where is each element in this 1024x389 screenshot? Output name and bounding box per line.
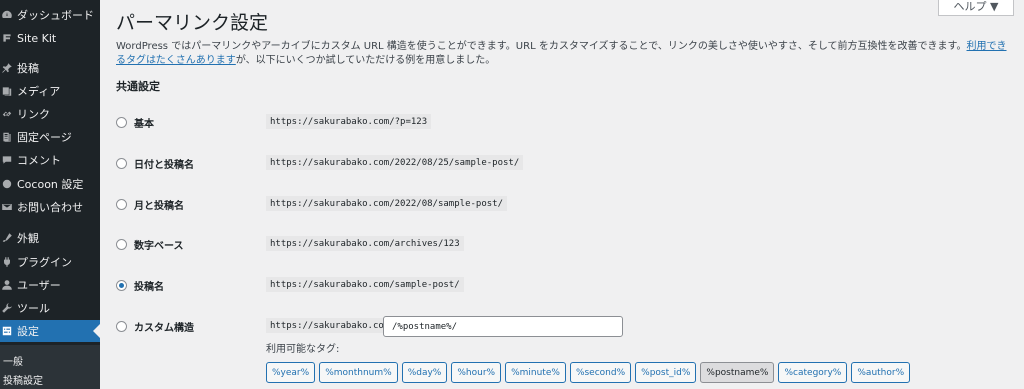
tag-button-author[interactable]: %author% [851,362,911,383]
option-label: 月と投稿名 [134,200,184,212]
sidebar-item-label: 設定 [17,325,39,338]
custom-structure-input[interactable]: /%postname%/ [383,316,623,337]
tag-button-post-id[interactable]: %post_id% [635,362,697,383]
sidebar-item-pages[interactable]: 固定ページ [0,127,100,147]
option-label: 基本 [134,118,154,130]
sidebar-item-links[interactable]: リンク [0,104,100,124]
sidebar-item-label: 外観 [17,232,39,245]
site-kit-icon [0,31,14,45]
tag-button-monthnum[interactable]: %monthnum% [319,362,398,383]
option-post-name[interactable]: 投稿名 [116,277,164,293]
submenu-item-writing[interactable]: 投稿設定 [3,372,43,387]
option-label: カスタム構造 [134,322,194,334]
cocoon-icon [0,177,14,191]
tag-button-minute[interactable]: %minute% [505,362,566,383]
sidebar-item-appearance[interactable]: 外観 [0,228,100,248]
plugin-icon [0,255,14,269]
example-url: https://sakurabako.com/archives/123 [266,236,464,251]
sidebar-item-dashboard[interactable]: ダッシュボード [0,5,100,25]
option-label: 数字ベース [134,240,184,252]
sidebar-item-comments[interactable]: コメント [0,150,100,170]
radio-plain[interactable] [116,116,127,128]
tags-label: 利用可能なタグ: [266,344,340,355]
sidebar-item-posts[interactable]: 投稿 [0,58,100,78]
media-icon [0,84,14,98]
sidebar-item-contact[interactable]: お問い合わせ [0,197,100,217]
sidebar-item-label: メディア [17,85,61,98]
option-label: 投稿名 [134,281,164,293]
sidebar-item-label: リンク [17,108,50,121]
sidebar-item-label: お問い合わせ [17,201,83,214]
radio-month-name[interactable] [116,198,127,210]
sidebar-item-users[interactable]: ユーザー [0,275,100,295]
example-url: https://sakurabako.com/sample-post/ [266,277,464,292]
comment-icon [0,153,14,167]
tag-buttons: %year% %monthnum% %day% %hour% %minute% … [266,362,911,383]
sidebar-item-label: プラグイン [17,256,72,269]
wrench-icon [0,301,14,315]
sidebar-item-label: ユーザー [17,279,61,292]
sidebar-item-label: Site Kit [17,31,57,45]
sidebar-item-cocoon[interactable]: Cocoon 設定 [0,174,100,194]
mail-icon [0,200,14,214]
option-day-name[interactable]: 日付と投稿名 [116,155,194,171]
submenu-item-general[interactable]: 一般 [3,353,23,368]
option-plain[interactable]: 基本 [116,114,154,130]
admin-sidebar: ダッシュボード Site Kit 投稿 メディア リンク 固定ページ コメント … [0,0,100,389]
link-icon [0,107,14,121]
help-button[interactable]: ヘルプ ▼ [938,0,1014,16]
sidebar-item-settings[interactable]: 設定 [0,320,100,342]
sidebar-item-label: ダッシュボード [17,9,94,22]
dashboard-icon [0,8,14,22]
sidebar-item-site-kit[interactable]: Site Kit [0,28,100,48]
example-url: https://sakurabako.com/2022/08/25/sample… [266,155,524,170]
sidebar-item-plugins[interactable]: プラグイン [0,252,100,272]
section-title: 共通設定 [116,80,160,93]
tag-button-day[interactable]: %day% [401,362,448,383]
intro-text-tail: が、以下にいくつか試していただける例を用意しました。 [235,55,496,66]
appearance-icon [0,231,14,245]
page-icon [0,130,14,144]
page-title: パーマリンク設定 [116,12,269,34]
sidebar-item-label: Cocoon 設定 [17,178,84,191]
sidebar-item-label: 固定ページ [17,131,72,144]
user-icon [0,278,14,292]
intro-text: WordPress ではパーマリンクやアーカイブにカスタム URL 構造を使うこ… [116,40,1011,68]
tag-button-second[interactable]: %second% [569,362,632,383]
settings-icon [0,324,14,338]
custom-base-url: https://sakurabako.com [266,318,394,333]
radio-post-name[interactable] [116,279,127,291]
example-url: https://sakurabako.com/?p=123 [266,114,432,129]
radio-day-name[interactable] [116,157,127,169]
tag-button-postname[interactable]: %postname% [700,362,775,383]
sidebar-item-tools[interactable]: ツール [0,298,100,318]
sidebar-item-label: 投稿 [17,62,39,75]
tag-button-hour[interactable]: %hour% [451,362,502,383]
option-custom[interactable]: カスタム構造 [116,318,194,334]
tag-button-category[interactable]: %category% [778,362,848,383]
sidebar-item-media[interactable]: メディア [0,81,100,101]
settings-submenu: 一般 投稿設定 [0,345,100,389]
option-month-name[interactable]: 月と投稿名 [116,196,184,212]
radio-numeric[interactable] [116,238,127,250]
main-content: ヘルプ ▼ パーマリンク設定 WordPress ではパーマリンクやアーカイブに… [100,0,1024,389]
sidebar-item-label: ツール [17,302,50,315]
example-url: https://sakurabako.com/2022/08/sample-po… [266,196,507,211]
pin-icon [0,61,14,75]
intro-text-body: WordPress ではパーマリンクやアーカイブにカスタム URL 構造を使うこ… [116,41,967,52]
radio-custom[interactable] [116,320,127,332]
sidebar-item-label: コメント [17,154,61,167]
option-label: 日付と投稿名 [134,159,194,171]
tag-button-year[interactable]: %year% [266,362,316,383]
option-numeric[interactable]: 数字ベース [116,236,184,252]
